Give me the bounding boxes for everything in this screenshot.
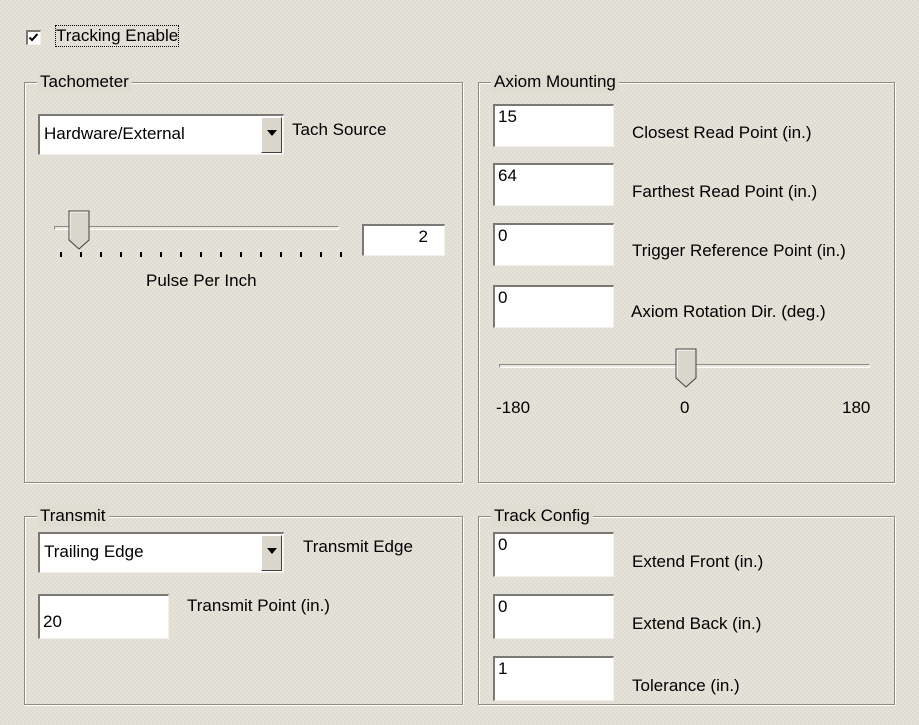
axiom-rotation-input[interactable]: 0 [493, 285, 614, 328]
rotation-slider-thumb[interactable] [675, 348, 697, 388]
checkmark-icon [28, 33, 39, 42]
rotation-mid-label: 0 [680, 398, 690, 417]
transmit-point-input[interactable]: 20 [38, 594, 169, 639]
extend-back-label: Extend Back (in.) [632, 614, 762, 633]
chevron-down-icon [267, 548, 277, 554]
extend-front-input[interactable]: 0 [493, 532, 614, 577]
tach-source-dropdown-button[interactable] [261, 117, 282, 153]
tolerance-label: Tolerance (in.) [632, 676, 740, 695]
tach-source-label: Tach Source [292, 120, 387, 139]
track-config-title: Track Config [491, 505, 593, 527]
pulse-slider-thumb[interactable] [68, 210, 90, 250]
transmit-edge-select[interactable]: Trailing Edge [38, 532, 284, 573]
tolerance-input[interactable]: 1 [493, 656, 614, 701]
tach-source-select[interactable]: Hardware/External [38, 114, 284, 155]
farthest-read-point-label: Farthest Read Point (in.) [632, 182, 818, 201]
tachometer-title: Tachometer [37, 71, 132, 93]
closest-read-point-input[interactable]: 15 [493, 104, 614, 147]
farthest-read-point-input[interactable]: 64 [493, 163, 614, 206]
transmit-point-label: Transmit Point (in.) [187, 596, 330, 615]
transmit-edge-label: Transmit Edge [303, 537, 413, 556]
pulse-slider-track[interactable] [54, 226, 339, 230]
chevron-down-icon [267, 130, 277, 136]
tracking-enable-checkbox[interactable] [26, 30, 41, 45]
tracking-enable-label[interactable]: Tracking Enable [54, 25, 180, 47]
trigger-reference-point-label: Trigger Reference Point (in.) [632, 241, 846, 260]
pulse-slider-ticks [60, 252, 360, 258]
rotation-max-label: 180 [842, 398, 871, 417]
transmit-edge-value: Trailing Edge [44, 542, 144, 561]
axiom-mounting-title: Axiom Mounting [491, 71, 619, 93]
extend-back-input[interactable]: 0 [493, 594, 614, 639]
tach-source-value: Hardware/External [44, 124, 185, 143]
closest-read-point-label: Closest Read Point (in.) [632, 123, 812, 142]
transmit-edge-dropdown-button[interactable] [261, 535, 282, 571]
transmit-title: Transmit [37, 505, 109, 527]
rotation-min-label: -180 [496, 398, 531, 417]
pulse-per-inch-label: Pulse Per Inch [146, 271, 257, 290]
trigger-reference-point-input[interactable]: 0 [493, 223, 614, 266]
pulse-per-inch-input[interactable]: 2 [362, 224, 445, 256]
extend-front-label: Extend Front (in.) [632, 552, 764, 571]
axiom-rotation-label: Axiom Rotation Dir. (deg.) [631, 302, 826, 321]
